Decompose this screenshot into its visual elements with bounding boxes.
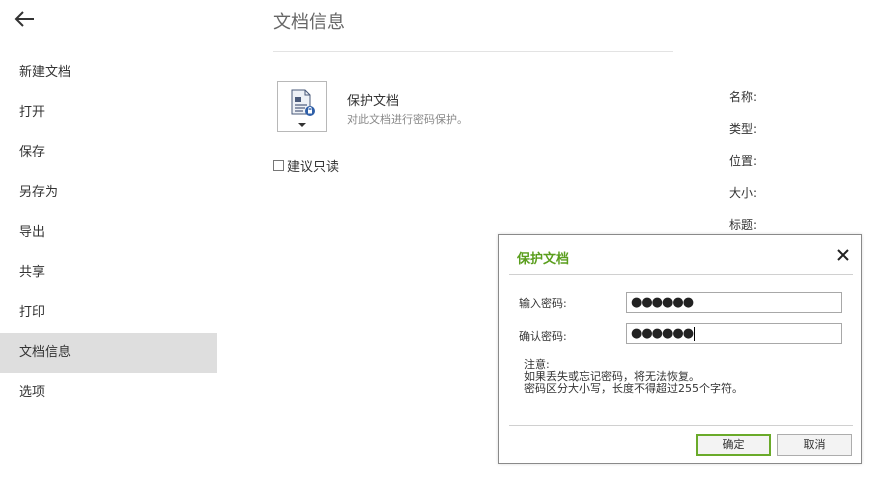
sidebar-item-open[interactable]: 打开 bbox=[0, 93, 217, 133]
confirm-password-input[interactable]: ●●●●●● bbox=[626, 323, 842, 344]
sidebar-item-share[interactable]: 共享 bbox=[0, 253, 217, 293]
password-input-value: ●●●●●● bbox=[631, 295, 694, 310]
back-arrow-icon[interactable] bbox=[12, 8, 38, 30]
property-title-label: 标题: bbox=[729, 218, 758, 232]
property-location-label: 位置: bbox=[729, 154, 758, 168]
sidebar-item-save-as[interactable]: 另存为 bbox=[0, 173, 217, 213]
ok-button[interactable]: 确定 bbox=[696, 434, 771, 456]
property-type-label: 类型: bbox=[729, 122, 758, 136]
protect-document-button[interactable] bbox=[277, 81, 327, 132]
sidebar-item-export[interactable]: 导出 bbox=[0, 213, 217, 253]
password-input[interactable]: ●●●●●● bbox=[626, 292, 842, 313]
sidebar-item-new-document[interactable]: 新建文档 bbox=[0, 53, 217, 93]
header-divider bbox=[273, 51, 673, 52]
sidebar-item-options[interactable]: 选项 bbox=[0, 373, 217, 413]
sidebar-item-save[interactable]: 保存 bbox=[0, 133, 217, 173]
page-title: 文档信息 bbox=[273, 12, 345, 33]
dialog-divider-top bbox=[509, 274, 853, 275]
password-label: 输入密码: bbox=[519, 297, 567, 310]
protect-document-icon bbox=[291, 89, 315, 127]
cancel-button[interactable]: 取消 bbox=[777, 434, 852, 456]
sidebar-nav: 新建文档 打开 保存 另存为 导出 共享 打印 文档信息 选项 bbox=[0, 53, 217, 413]
confirm-password-input-value: ●●●●●● bbox=[631, 326, 694, 341]
readonly-label: 建议只读 bbox=[287, 160, 340, 175]
close-icon[interactable] bbox=[833, 245, 853, 265]
dialog-divider-bottom bbox=[509, 425, 853, 426]
dialog-title: 保护文档 bbox=[517, 252, 570, 267]
text-caret bbox=[694, 326, 696, 341]
property-name-label: 名称: bbox=[729, 90, 758, 104]
note-line-2: 密码区分大小写，长度不得超过255个字符。 bbox=[524, 382, 743, 395]
readonly-recommend[interactable]: 建议只读 bbox=[273, 156, 339, 175]
sidebar-item-document-info[interactable]: 文档信息 bbox=[0, 333, 217, 373]
protect-document-dialog: 保护文档 输入密码: ●●●●●● 确认密码: ●●●●●● 注意: 如果丢失或… bbox=[498, 234, 862, 464]
property-size-label: 大小: bbox=[729, 186, 758, 200]
password-note: 注意: 如果丢失或忘记密码，将无法恢复。 密码区分大小写，长度不得超过255个字… bbox=[524, 359, 743, 395]
sidebar: 新建文档 打开 保存 另存为 导出 共享 打印 文档信息 选项 bbox=[0, 0, 217, 491]
sidebar-item-print[interactable]: 打印 bbox=[0, 293, 217, 333]
confirm-password-label: 确认密码: bbox=[519, 330, 567, 343]
protect-document-description: 对此文档进行密码保护。 bbox=[347, 113, 468, 126]
protect-document-title: 保护文档 bbox=[347, 94, 400, 109]
readonly-checkbox[interactable] bbox=[273, 160, 284, 171]
